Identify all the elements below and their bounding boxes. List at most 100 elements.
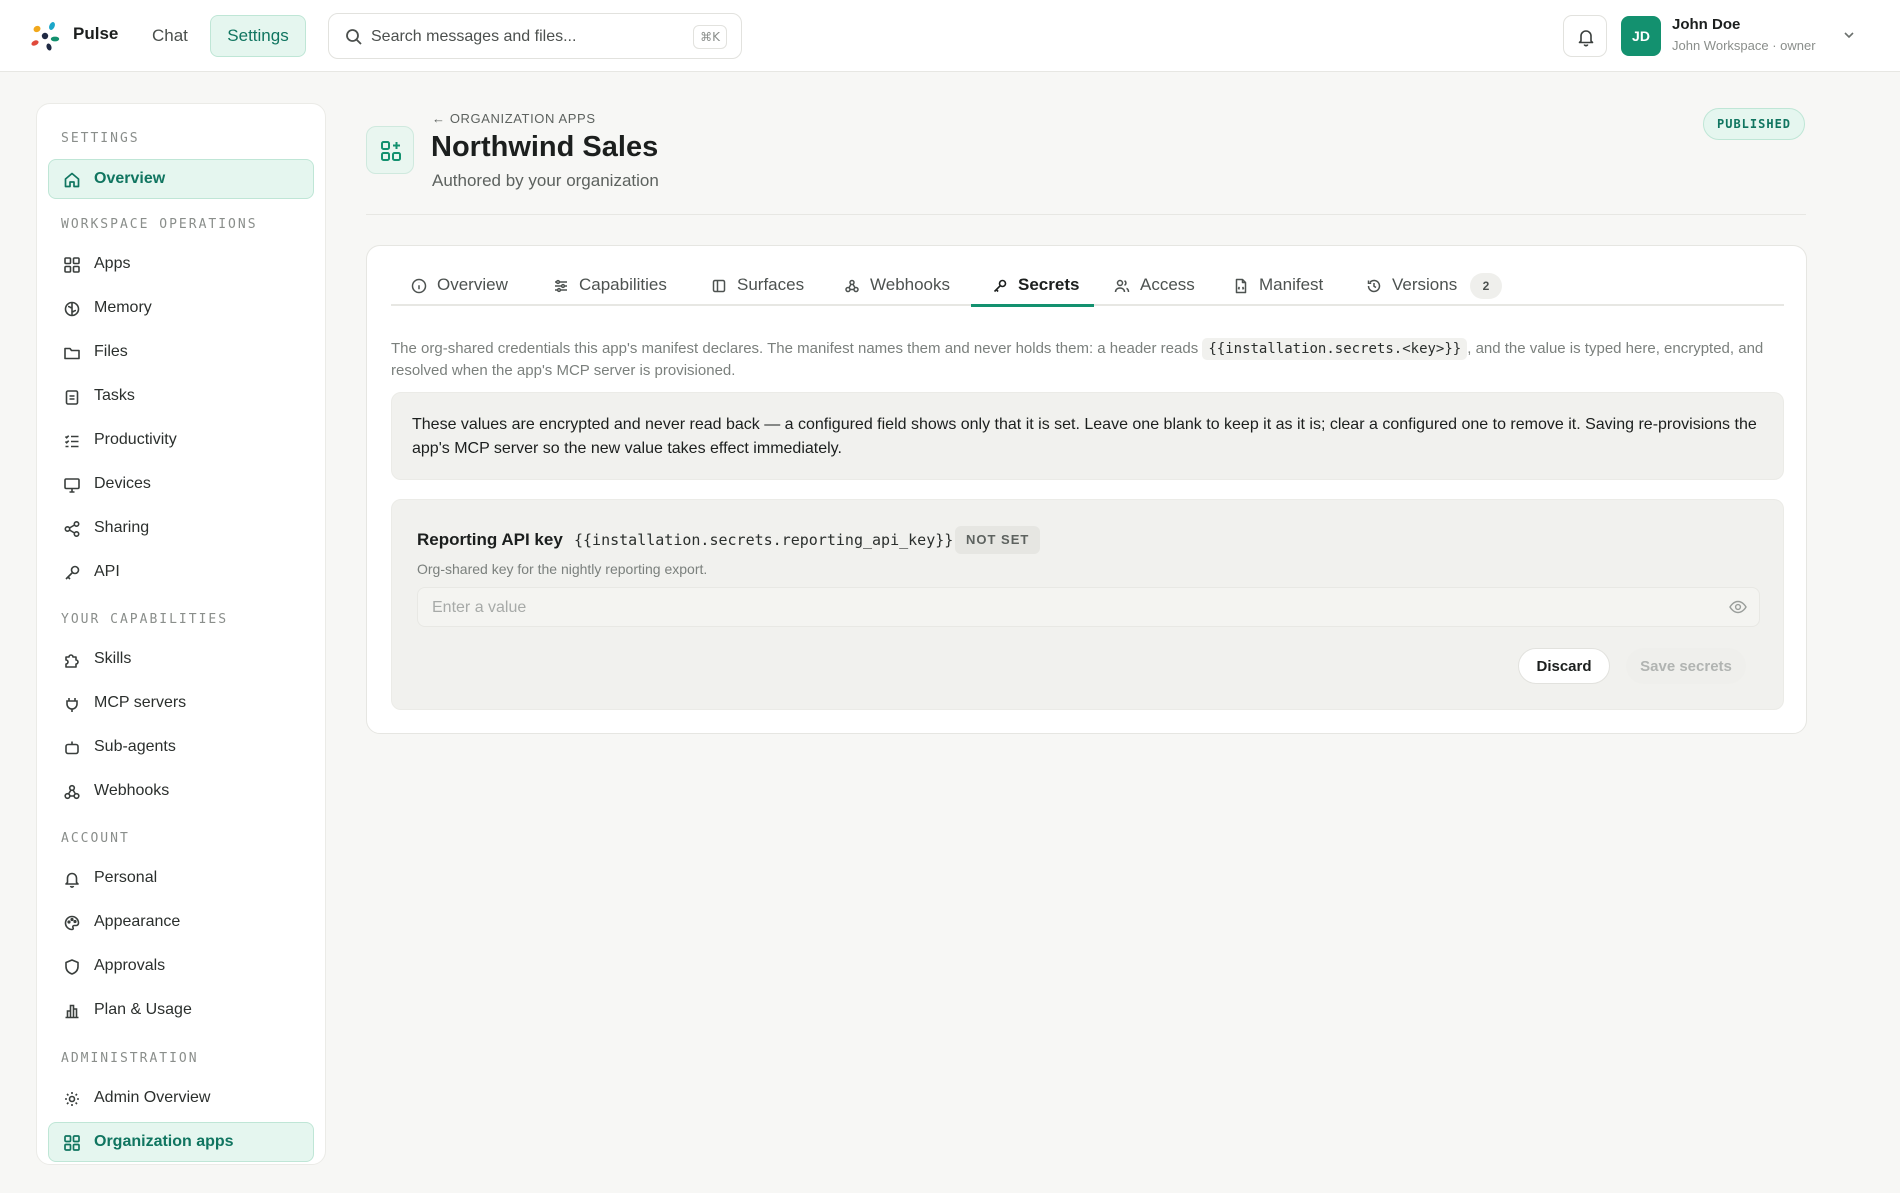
sidebar-item-sub-agents[interactable]: Sub-agents <box>48 727 314 767</box>
user-name[interactable]: John Doe <box>1672 16 1740 33</box>
search-input[interactable] <box>371 22 671 52</box>
sidebar-item-label: Appearance <box>94 913 181 930</box>
sidebar-section-capabilities: YOUR CAPABILITIES <box>61 612 229 627</box>
bell-icon <box>1578 30 1594 47</box>
tab-label: Surfaces <box>737 275 805 294</box>
save-secrets-button[interactable]: Save secrets <box>1626 648 1746 684</box>
info-icon <box>411 278 427 294</box>
sidebar-section-account: ACCOUNT <box>61 831 130 846</box>
sliders-icon <box>555 279 567 293</box>
apps-grid-plus-icon <box>381 141 401 161</box>
panel-icon <box>712 279 726 293</box>
sidebar-item-personal[interactable]: Personal <box>48 858 314 898</box>
arrow-left-icon: ← <box>432 111 446 126</box>
sidebar-item-webhooks[interactable]: Webhooks <box>48 771 314 811</box>
avatar[interactable]: JD <box>1621 16 1661 56</box>
brand-name: Pulse <box>73 24 119 43</box>
sidebar-section-workspace: WORKSPACE OPERATIONS <box>61 217 258 232</box>
apps-grid-icon <box>64 257 80 273</box>
sidebar-item-label: Sub-agents <box>94 738 176 755</box>
secret-item: Reporting API key {{installation.secrets… <box>391 499 1784 710</box>
secret-description: Org-shared key for the nightly reporting… <box>417 561 708 577</box>
secret-value-field[interactable] <box>417 587 1760 627</box>
file-code-icon <box>1235 278 1247 294</box>
sidebar-item-label: Overview <box>94 170 166 187</box>
home-icon <box>64 172 80 188</box>
sidebar-item-label: Approvals <box>94 957 166 974</box>
top-bar: Pulse Chat Settings ⌘K JD John Doe John … <box>0 0 1900 72</box>
sidebar-item-plan-usage[interactable]: Plan & Usage <box>48 990 314 1030</box>
sidebar-item-label: Personal <box>94 869 158 886</box>
sidebar-item-admin-overview[interactable]: Admin Overview <box>48 1078 314 1118</box>
key-icon <box>65 565 80 580</box>
puzzle-icon <box>65 654 79 668</box>
sidebar-item-label: Productivity <box>94 431 177 448</box>
bot-icon <box>65 741 79 755</box>
intro-text-before: The org-shared credentials this app's ma… <box>391 340 1199 357</box>
secret-key: {{installation.secrets.reporting_api_key… <box>574 531 954 549</box>
sidebar-item-label: Memory <box>94 299 152 316</box>
app-icon <box>366 126 414 174</box>
tab-label: Access <box>1140 275 1195 294</box>
chevron-down-icon[interactable] <box>1842 30 1856 40</box>
search-shortcut: ⌘K <box>693 25 727 49</box>
tab-label: Webhooks <box>870 275 951 294</box>
sidebar-item-mcp-servers[interactable]: MCP servers <box>48 683 314 723</box>
breadcrumb[interactable]: ← ORGANIZATION APPS <box>432 111 596 126</box>
sidebar-item-organization-apps[interactable]: Organization apps <box>48 1122 314 1162</box>
breadcrumb-label: ORGANIZATION APPS <box>449 111 596 126</box>
tab-label: Versions <box>1392 275 1458 294</box>
pulse-logo[interactable] <box>28 19 62 53</box>
sidebar-item-skills[interactable]: Skills <box>48 639 314 679</box>
tab-label: Overview <box>437 275 508 294</box>
sidebar-item-devices[interactable]: Devices <box>48 464 314 504</box>
sidebar-item-label: Files <box>94 343 128 360</box>
search-box[interactable]: ⌘K <box>328 13 742 59</box>
secret-state-badge: NOT SET <box>955 526 1041 554</box>
sidebar-item-appearance[interactable]: Appearance <box>48 902 314 942</box>
tab-label: Manifest <box>1259 275 1324 294</box>
webhook-icon <box>845 279 859 293</box>
sidebar-item-label: Organization apps <box>94 1133 234 1150</box>
plug-icon <box>66 698 78 712</box>
sidebar-item-label: Devices <box>94 475 151 492</box>
sidebar-item-productivity[interactable]: Productivity <box>48 420 314 460</box>
nav-chat[interactable]: Chat <box>140 16 200 56</box>
sidebar-item-memory[interactable]: Memory <box>48 288 314 328</box>
gear-icon <box>65 1092 79 1106</box>
sidebar-item-sharing[interactable]: Sharing <box>48 508 314 548</box>
sidebar-item-approvals[interactable]: Approvals <box>48 946 314 986</box>
webhook-icon <box>64 784 80 800</box>
sidebar-item-overview[interactable]: Overview <box>48 159 314 199</box>
settings-sidebar: SETTINGS Overview WORKSPACE OPERATIONS A… <box>36 103 326 1165</box>
secret-value-input[interactable] <box>432 596 1712 620</box>
users-icon <box>1114 279 1130 293</box>
sidebar-item-api[interactable]: API <box>48 552 314 592</box>
tab-label: Capabilities <box>579 275 667 294</box>
share-icon <box>64 520 80 538</box>
key-icon <box>993 279 1007 293</box>
eye-icon[interactable] <box>1729 600 1747 614</box>
app-detail-card: Overview Capabilities Surfaces Webhooks … <box>366 245 1807 734</box>
sidebar-item-label: MCP servers <box>94 694 187 711</box>
sidebar-item-label: API <box>94 563 120 580</box>
sidebar-item-label: Webhooks <box>94 782 170 799</box>
versions-count-badge: 2 <box>1470 273 1502 299</box>
user-workspace-role: John Workspace · owner <box>1672 38 1816 53</box>
nav-settings[interactable]: Settings <box>210 15 306 57</box>
page-title: Northwind Sales <box>431 131 659 163</box>
shield-icon <box>65 959 79 975</box>
clipboard-icon <box>65 390 79 405</box>
search-icon <box>346 29 362 45</box>
sidebar-item-tasks[interactable]: Tasks <box>48 376 314 416</box>
notifications-button[interactable] <box>1563 15 1607 57</box>
sidebar-item-label: Tasks <box>94 387 135 404</box>
tab-label: Secrets <box>1018 275 1080 294</box>
sidebar-item-files[interactable]: Files <box>48 332 314 372</box>
bell-icon <box>65 872 79 888</box>
intro-code: {{installation.secrets.<key>}} <box>1202 338 1468 360</box>
discard-button[interactable]: Discard <box>1518 648 1610 684</box>
sidebar-item-label: Skills <box>94 650 132 667</box>
sidebar-item-apps[interactable]: Apps <box>48 244 314 284</box>
bar-chart-icon <box>65 1004 79 1019</box>
